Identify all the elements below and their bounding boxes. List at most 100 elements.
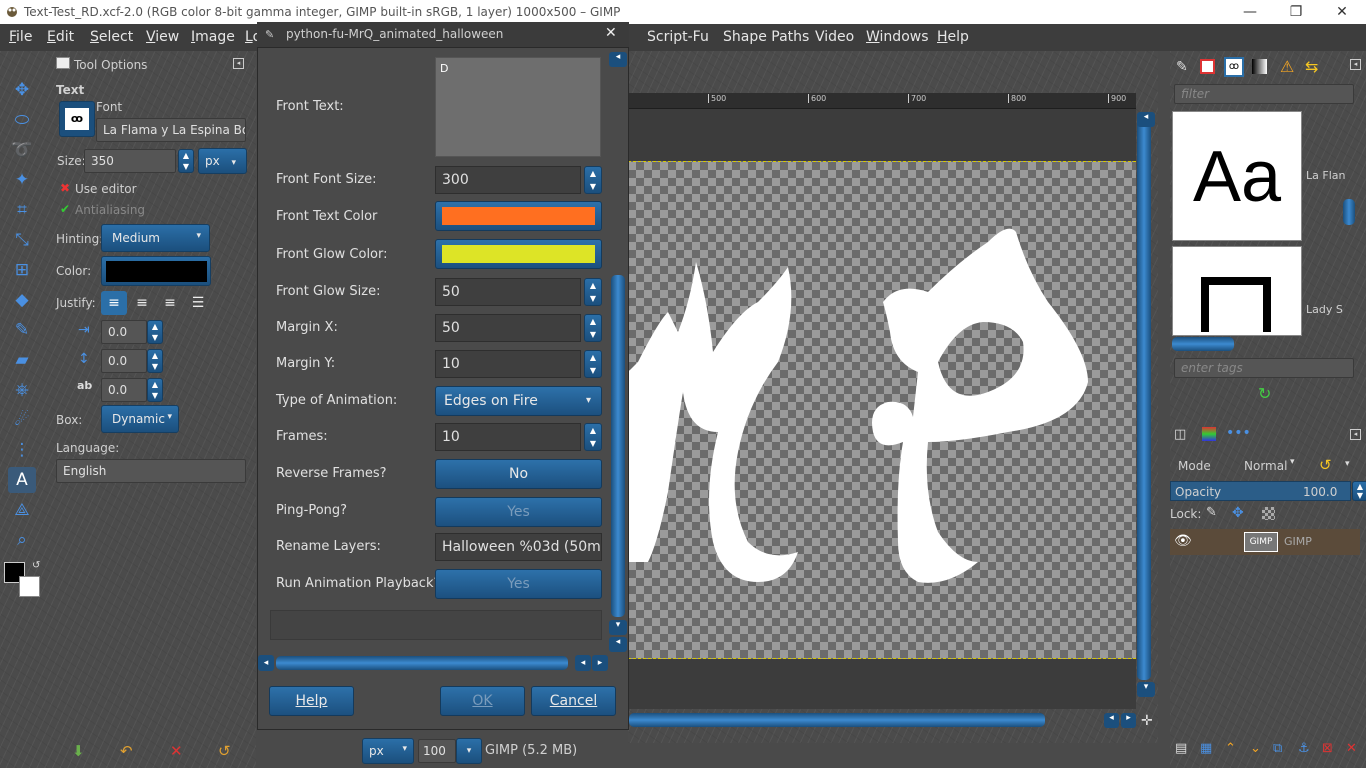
lock-alpha-icon[interactable] <box>1262 507 1275 520</box>
opacity-slider[interactable]: Opacity 100.0 <box>1170 481 1351 501</box>
size-spinner[interactable]: ▲ ▼ <box>178 149 194 173</box>
chevron-down-icon[interactable]: ▾ <box>1345 459 1350 469</box>
help-button[interactable]: Help <box>269 686 354 716</box>
restore-button[interactable]: ❐ <box>1273 0 1319 24</box>
dialog-hscrollbar[interactable] <box>276 656 568 670</box>
pattern-tab-icon[interactable] <box>1200 59 1215 74</box>
gradient-tab-icon[interactable] <box>1252 59 1267 74</box>
mode-dropdown[interactable]: Normal <box>1244 459 1287 473</box>
letter-spacing-field[interactable]: 0.0 <box>101 378 147 402</box>
indent-spinner[interactable]: ▲ ▼ <box>147 320 163 344</box>
dialog-scroll-up-icon[interactable]: ◂ <box>609 52 627 67</box>
panel-menu-icon[interactable]: ◂ <box>1350 59 1361 70</box>
dialog-close-button[interactable]: ✕ <box>605 25 617 41</box>
dialog-scroll-left-icon[interactable]: ◂ <box>575 655 591 671</box>
image-canvas[interactable] <box>628 161 1136 659</box>
paint-bucket-icon[interactable]: ◆ <box>8 287 36 313</box>
background-color-swatch[interactable] <box>19 576 40 597</box>
save-tool-preset-icon[interactable]: ⬇ <box>72 742 85 760</box>
raise-layer-icon[interactable]: ⌃ <box>1225 741 1236 756</box>
minimize-button[interactable]: — <box>1227 0 1273 24</box>
measure-tool-icon[interactable]: ⋮ <box>8 437 36 463</box>
antialiasing-checkbox[interactable]: Antialiasing <box>75 203 145 217</box>
indent-field[interactable]: 0.0 <box>101 320 147 344</box>
new-layer-icon[interactable]: ▤ <box>1175 741 1187 756</box>
layers-tab-icon[interactable]: ◫ <box>1174 427 1186 442</box>
zoom-dropdown[interactable]: ▾ <box>456 738 482 764</box>
paths-tab-icon[interactable]: ••• <box>1226 425 1251 441</box>
panel-menu-icon[interactable]: ◂ <box>1350 429 1361 440</box>
reset-tool-options-icon[interactable]: ↺ <box>218 742 231 760</box>
layer-name[interactable]: GIMP <box>1284 535 1312 548</box>
visibility-eye-icon[interactable]: 👁 <box>1174 533 1192 549</box>
front-font-size-spinner[interactable]: ▲ ▼ <box>584 166 602 194</box>
dialog-scroll-corner-icon[interactable]: ◂ <box>609 637 627 652</box>
filter-input[interactable]: filter <box>1174 84 1354 104</box>
warning-tab-icon[interactable]: ⚠ <box>1280 57 1294 76</box>
smudge-tool-icon[interactable]: ☄ <box>8 407 36 433</box>
frames-spinner[interactable]: ▲ ▼ <box>584 423 602 451</box>
letter-spacing-spinner[interactable]: ▲ ▼ <box>147 378 163 402</box>
channels-tab-icon[interactable] <box>1202 427 1216 441</box>
font-field[interactable]: La Flama y La Espina Bold C <box>96 118 246 142</box>
dialog-scroll-down-icon[interactable]: ▾ <box>609 620 627 635</box>
font-preview-button[interactable]: ꝏ <box>59 101 95 137</box>
margin-x-spinner[interactable]: ▲ ▼ <box>584 314 602 342</box>
front-glow-size-input[interactable]: 50 <box>435 278 581 306</box>
new-layer-group-icon[interactable]: ▦ <box>1200 741 1212 756</box>
text-tool-icon[interactable]: A <box>8 467 36 493</box>
reset-mode-icon[interactable]: ↺ <box>1319 456 1332 474</box>
warp-tool-icon[interactable]: ⊞ <box>8 257 36 283</box>
run-playback-toggle[interactable]: Yes <box>435 569 602 599</box>
font-tab-icon[interactable]: ꝏ <box>1224 57 1244 77</box>
lasso-select-icon[interactable]: ➰ <box>8 137 36 163</box>
front-glow-color-button[interactable] <box>435 239 602 269</box>
scroll-left-icon[interactable]: ◂ <box>1104 713 1119 728</box>
menu-video[interactable]: Video <box>815 29 854 45</box>
font-preview-lady[interactable] <box>1172 246 1302 336</box>
delete-layer-icon[interactable]: ✕ <box>1346 741 1357 756</box>
undo-history-tab-icon[interactable]: ⇆ <box>1305 57 1318 76</box>
justify-left-icon[interactable]: ≡ <box>101 291 127 315</box>
line-spacing-spinner[interactable]: ▲ ▼ <box>147 349 163 373</box>
zoom-tool-icon[interactable]: ⌕ <box>8 527 36 553</box>
ok-button[interactable]: OK <box>440 686 525 716</box>
front-text-color-button[interactable] <box>435 201 602 231</box>
front-font-size-input[interactable]: 300 <box>435 166 581 194</box>
size-unit-dropdown[interactable]: px ▾ <box>198 148 247 174</box>
crop-tool-icon[interactable]: ⌗ <box>8 197 36 223</box>
menu-select[interactable]: Select <box>90 29 133 45</box>
paintbrush-icon[interactable]: ✎ <box>8 317 36 343</box>
font-preview-aa[interactable]: Aa <box>1172 111 1302 241</box>
menu-windows[interactable]: Windows <box>866 29 929 45</box>
duplicate-layer-icon[interactable]: ⧉ <box>1273 741 1282 756</box>
frames-input[interactable]: 10 <box>435 423 581 451</box>
justify-right-icon[interactable]: ≡ <box>129 291 155 315</box>
brush-tab-icon[interactable]: ✎ <box>1176 59 1188 75</box>
margin-x-input[interactable]: 50 <box>435 314 581 342</box>
line-spacing-field[interactable]: 0.0 <box>101 349 147 373</box>
menu-edit[interactable]: Edit <box>47 29 74 45</box>
unit-dropdown[interactable]: px ▾ <box>362 738 414 764</box>
mask-layer-icon[interactable]: ⊠ <box>1322 741 1333 756</box>
menu-shape-paths[interactable]: Shape Paths <box>723 29 809 45</box>
eraser-icon[interactable]: ▰ <box>8 347 36 373</box>
ping-pong-toggle[interactable]: Yes <box>435 497 602 527</box>
panel-menu-icon[interactable]: ◂ <box>233 58 244 69</box>
margin-y-spinner[interactable]: ▲ ▼ <box>584 350 602 378</box>
path-tool-icon[interactable]: ⟁ <box>8 497 36 523</box>
scroll-up-icon[interactable]: ◂ <box>1137 112 1155 127</box>
rename-layers-input[interactable]: Halloween %03d (50ms)(r <box>435 533 602 561</box>
scroll-down-icon[interactable]: ▾ <box>1137 682 1155 697</box>
scroll-right-icon[interactable]: ▸ <box>1121 713 1136 728</box>
justify-center-icon[interactable]: ≡ <box>157 291 183 315</box>
lock-position-icon[interactable]: ✥ <box>1232 505 1244 521</box>
box-dropdown[interactable]: Dynamic ▾ <box>101 405 179 433</box>
tags-input[interactable]: enter tags <box>1174 358 1354 378</box>
horizontal-scrollbar[interactable] <box>629 713 1045 727</box>
delete-tool-preset-icon[interactable]: ✕ <box>170 742 183 760</box>
window-close-button[interactable]: ✕ <box>1319 0 1365 24</box>
zoom-field[interactable]: 100 % <box>418 739 456 768</box>
dialog-vscrollbar[interactable] <box>611 275 625 617</box>
cancel-button[interactable]: Cancel <box>531 686 616 716</box>
